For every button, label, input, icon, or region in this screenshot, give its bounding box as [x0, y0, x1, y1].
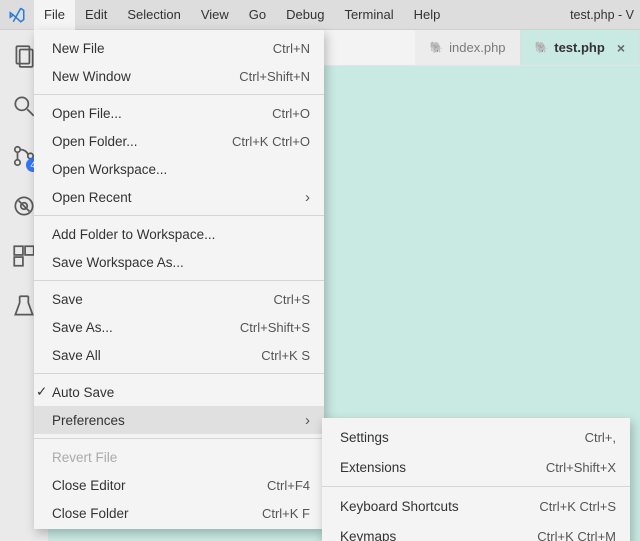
preferences-submenu: SettingsCtrl+,ExtensionsCtrl+Shift+XKeyb… — [322, 418, 630, 541]
menu-help[interactable]: Help — [404, 0, 451, 30]
menuitem-save[interactable]: SaveCtrl+S — [34, 285, 324, 313]
menuitem-new-file[interactable]: New FileCtrl+N — [34, 34, 324, 62]
menuitem-open-folder[interactable]: Open Folder...Ctrl+K Ctrl+O — [34, 127, 324, 155]
menuitem-shortcut: Ctrl+K F — [262, 506, 310, 521]
menuitem-save-all[interactable]: Save AllCtrl+K S — [34, 341, 324, 369]
menu-edit[interactable]: Edit — [75, 0, 117, 30]
php-icon: 🐘 — [535, 41, 549, 54]
submenuitem-shortcut: Ctrl+, — [585, 430, 616, 445]
menuitem-label: New File — [52, 41, 273, 56]
menuitem-save-as[interactable]: Save As...Ctrl+Shift+S — [34, 313, 324, 341]
menuitem-open-recent[interactable]: Open Recent› — [34, 183, 324, 211]
submenuitem-settings[interactable]: SettingsCtrl+, — [322, 422, 630, 452]
submenuitem-label: Extensions — [340, 460, 546, 475]
menuitem-open-workspace[interactable]: Open Workspace... — [34, 155, 324, 183]
submenuitem-keyboard-shortcuts[interactable]: Keyboard ShortcutsCtrl+K Ctrl+S — [322, 491, 630, 521]
close-icon[interactable]: × — [611, 40, 625, 56]
menuitem-close-folder[interactable]: Close FolderCtrl+K F — [34, 499, 324, 527]
file-menu-dropdown: New FileCtrl+NNew WindowCtrl+Shift+NOpen… — [34, 30, 324, 529]
submenuitem-label: Settings — [340, 430, 585, 445]
menuitem-revert-file: Revert File — [34, 443, 324, 471]
menuitem-open-file[interactable]: Open File...Ctrl+O — [34, 99, 324, 127]
menuitem-label: Open Recent — [52, 190, 305, 205]
menuitem-shortcut: Ctrl+N — [273, 41, 310, 56]
tab-label: test.php — [554, 40, 605, 55]
menu-view[interactable]: View — [191, 0, 239, 30]
menuitem-add-folder-to-workspace[interactable]: Add Folder to Workspace... — [34, 220, 324, 248]
menuitem-new-window[interactable]: New WindowCtrl+Shift+N — [34, 62, 324, 90]
menuitem-shortcut: Ctrl+Shift+N — [239, 69, 310, 84]
menuitem-label: Open Folder... — [52, 134, 232, 149]
menuitem-label: Save All — [52, 348, 261, 363]
app-icon — [0, 0, 34, 30]
menuitem-label: Open File... — [52, 106, 272, 121]
menuitem-label: New Window — [52, 69, 239, 84]
window-title: test.php - V — [564, 0, 640, 30]
submenuitem-label: Keymaps — [340, 529, 537, 541]
chevron-right-icon: › — [305, 189, 310, 206]
menuitem-label: Preferences — [52, 413, 305, 428]
menuitem-close-editor[interactable]: Close EditorCtrl+F4 — [34, 471, 324, 499]
menuitem-shortcut: Ctrl+K S — [261, 348, 310, 363]
menuitem-preferences[interactable]: Preferences› — [34, 406, 324, 434]
menu-go[interactable]: Go — [239, 0, 276, 30]
submenuitem-label: Keyboard Shortcuts — [340, 499, 539, 514]
chevron-right-icon: › — [305, 412, 310, 429]
menuitem-auto-save[interactable]: ✓ Auto Save — [34, 378, 324, 406]
submenuitem-extensions[interactable]: ExtensionsCtrl+Shift+X — [322, 452, 630, 482]
menuitem-shortcut: Ctrl+O — [272, 106, 310, 121]
menuitem-label: Revert File — [52, 450, 310, 465]
checkmark-icon: ✓ — [36, 384, 47, 400]
menu-terminal[interactable]: Terminal — [334, 0, 403, 30]
menuitem-label: Close Folder — [52, 506, 262, 521]
menu-debug[interactable]: Debug — [276, 0, 334, 30]
submenuitem-shortcut: Ctrl+K Ctrl+M — [537, 529, 616, 541]
menuitem-label: Auto Save — [52, 385, 310, 400]
menuitem-label: Save Workspace As... — [52, 255, 310, 270]
tab-label: index.php — [449, 40, 505, 55]
menuitem-shortcut: Ctrl+Shift+S — [240, 320, 310, 335]
menuitem-save-workspace-as[interactable]: Save Workspace As... — [34, 248, 324, 276]
menuitem-label: Open Workspace... — [52, 162, 310, 177]
tab-index-php[interactable]: 🐘 index.php — [415, 30, 520, 65]
menuitem-label: Close Editor — [52, 478, 267, 493]
menuitem-label: Save — [52, 292, 274, 307]
submenuitem-shortcut: Ctrl+K Ctrl+S — [539, 499, 616, 514]
menuitem-label: Save As... — [52, 320, 240, 335]
submenuitem-keymaps[interactable]: KeymapsCtrl+K Ctrl+M — [322, 521, 630, 541]
menuitem-shortcut: Ctrl+K Ctrl+O — [232, 134, 310, 149]
menu-file[interactable]: File — [34, 0, 75, 30]
menubar: FileEditSelectionViewGoDebugTerminalHelp… — [0, 0, 640, 30]
tab-test-php[interactable]: 🐘 test.php × — [521, 30, 640, 65]
menuitem-shortcut: Ctrl+F4 — [267, 478, 310, 493]
menu-selection[interactable]: Selection — [117, 0, 190, 30]
menuitem-shortcut: Ctrl+S — [274, 292, 310, 307]
submenuitem-shortcut: Ctrl+Shift+X — [546, 460, 616, 475]
php-icon: 🐘 — [429, 41, 443, 54]
menuitem-label: Add Folder to Workspace... — [52, 227, 310, 242]
